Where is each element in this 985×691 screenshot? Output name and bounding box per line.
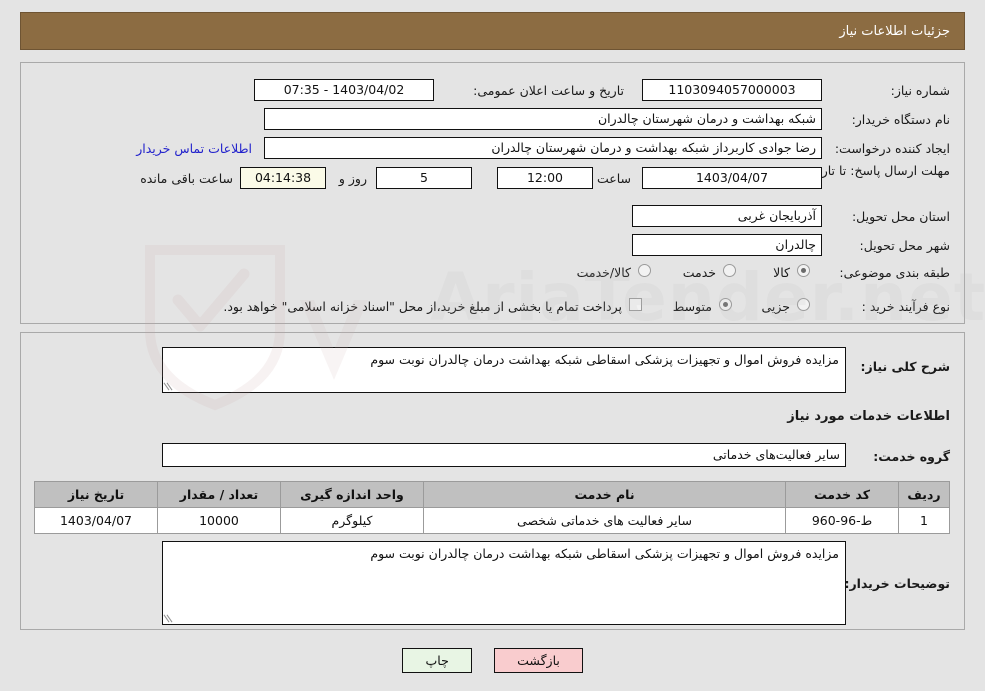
buyer-notes-label: توضیحات خریدار:: [844, 576, 950, 591]
radio-process-jozi[interactable]: [797, 298, 810, 311]
buyer-notes-box[interactable]: مزایده فروش اموال و تجهیزات پزشکی اسقاطی…: [162, 541, 846, 625]
cell-row: 1: [898, 507, 950, 534]
radio-category-kala-label: کالا: [773, 265, 790, 280]
table-header-row: ردیف کد خدمت نام خدمت واحد اندازه گیری ت…: [34, 481, 950, 508]
hours-remaining-label: ساعت باقی مانده: [140, 171, 233, 186]
page-title: جزئیات اطلاعات نیاز: [839, 23, 950, 39]
radio-process-motavaset[interactable]: [719, 298, 732, 311]
general-description-value: مزایده فروش اموال و تجهیزات پزشکی اسقاطی…: [370, 352, 839, 367]
deadline-time-value: 12:00: [497, 167, 593, 189]
announce-datetime-value: 1403/04/02 - 07:35: [254, 79, 434, 101]
city-label: شهر محل تحویل:: [859, 238, 950, 253]
radio-process-motavaset-label: متوسط: [672, 299, 712, 314]
resize-grip-icon[interactable]: [165, 381, 175, 391]
buyer-notes-value: مزایده فروش اموال و تجهیزات پزشکی اسقاطی…: [370, 546, 839, 561]
col-row: ردیف: [898, 481, 950, 508]
resize-grip-icon[interactable]: [165, 613, 175, 623]
radio-process-jozi-label: جزیی: [761, 299, 790, 314]
province-label: استان محل تحویل:: [851, 209, 950, 224]
request-creator-label: ایجاد کننده درخواست:: [834, 141, 950, 156]
radio-category-kala-khedmat[interactable]: [638, 264, 651, 277]
request-creator-value: رضا جوادی کاربرداز شبکه بهداشت و درمان ش…: [264, 137, 822, 159]
service-group-label: گروه خدمت:: [873, 449, 950, 464]
cell-date: 1403/04/07: [34, 507, 158, 534]
checkbox-islamic-treasury[interactable]: [629, 298, 642, 311]
deadline-label: مهلت ارسال پاسخ: تا تاریخ:: [805, 163, 950, 178]
col-name: نام خدمت: [423, 481, 786, 508]
radio-category-kala[interactable]: [797, 264, 810, 277]
col-quantity: تعداد / مقدار: [157, 481, 281, 508]
cell-quantity: 10000: [157, 507, 281, 534]
action-buttons: بازگشت چاپ: [0, 648, 985, 673]
print-button[interactable]: چاپ: [402, 648, 473, 673]
table-row: 1 ط-96-960 سایر فعالیت های خدماتی شخصی ک…: [34, 507, 950, 534]
need-info-panel: شماره نیاز: 1103094057000003 تاریخ و ساع…: [20, 62, 965, 324]
buyer-contact-link[interactable]: اطلاعات تماس خریدار: [136, 141, 252, 156]
radio-category-khedmat-label: خدمت: [682, 265, 716, 280]
services-table: ردیف کد خدمت نام خدمت واحد اندازه گیری ت…: [34, 481, 950, 534]
need-number-label: شماره نیاز:: [890, 83, 950, 98]
category-label: طبقه بندی موضوعی:: [839, 265, 950, 280]
buyer-org-label: نام دستگاه خریدار:: [851, 112, 950, 127]
general-description-box[interactable]: مزایده فروش اموال و تجهیزات پزشکی اسقاطی…: [162, 347, 846, 393]
need-number-value: 1103094057000003: [642, 79, 822, 101]
col-date: تاریخ نیاز: [34, 481, 158, 508]
col-unit: واحد اندازه گیری: [280, 481, 424, 508]
page-title-bar: جزئیات اطلاعات نیاز: [20, 12, 965, 50]
back-button[interactable]: بازگشت: [494, 648, 583, 673]
announce-datetime-label: تاریخ و ساعت اعلان عمومی:: [473, 83, 624, 98]
cell-name: سایر فعالیت های خدماتی شخصی: [423, 507, 786, 534]
radio-category-kala-khedmat-label: کالا/خدمت: [576, 265, 631, 280]
radio-category-khedmat[interactable]: [723, 264, 736, 277]
cell-unit: کیلوگرم: [280, 507, 424, 534]
services-section-title: اطلاعات خدمات مورد نیاز: [787, 409, 950, 424]
service-details-panel: شرح کلی نیاز: مزایده فروش اموال و تجهیزا…: [20, 332, 965, 630]
day-and-label: روز و: [338, 171, 367, 186]
service-group-value: سایر فعالیت‌های خدماتی: [162, 443, 846, 467]
days-remaining-value: 5: [376, 167, 472, 189]
islamic-treasury-text: پرداخت تمام یا بخشی از مبلغ خرید،از محل …: [223, 299, 622, 314]
page-root: AriaTender.net جزئیات اطلاعات نیاز شماره…: [0, 0, 985, 691]
deadline-date-value: 1403/04/07: [642, 167, 822, 189]
hour-label: ساعت: [596, 171, 631, 186]
cell-code: ط-96-960: [785, 507, 899, 534]
province-value: آذربایجان غربی: [632, 205, 822, 227]
buyer-org-value: شبکه بهداشت و درمان شهرستان چالدران: [264, 108, 822, 130]
city-value: چالدران: [632, 234, 822, 256]
process-type-label: نوع فرآیند خرید :: [861, 299, 950, 314]
general-description-label: شرح کلی نیاز:: [860, 359, 950, 374]
col-code: کد خدمت: [785, 481, 899, 508]
countdown-timer-value: 04:14:38: [240, 167, 326, 189]
